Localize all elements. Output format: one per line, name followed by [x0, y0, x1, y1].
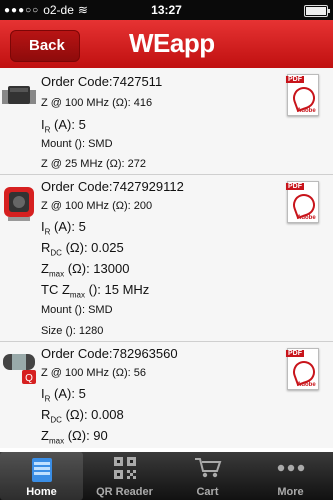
- spec-impedance-25mhz: Z @ 25 MHz (Ω): 272: [41, 158, 146, 170]
- app-title: WEapp: [129, 28, 215, 58]
- tab-label: Cart: [196, 486, 219, 498]
- datasheet-pdf-icon[interactable]: PDF Adobe: [286, 348, 319, 390]
- list-item[interactable]: Order Code:7427929112 Z @ 100 MHz (Ω): 2…: [0, 175, 333, 342]
- order-code: Order Code:782963560: [41, 346, 178, 361]
- spec-max-impedance: Zmax (Ω): 90: [41, 428, 108, 446]
- spec-rated-current: IR (A): 5: [41, 386, 86, 404]
- spec-impedance-100mhz: Z @ 100 MHz (Ω): 416: [41, 97, 153, 109]
- tab-label: More: [277, 486, 304, 498]
- tab-label: Home: [26, 486, 57, 498]
- spec-max-impedance: Zmax (Ω): 13000: [41, 261, 130, 279]
- battery-icon: [304, 5, 330, 17]
- spec-impedance-100mhz: Z @ 100 MHz (Ω): 56: [41, 367, 146, 379]
- spec-rated-current: IR (A): 5: [41, 219, 86, 237]
- spec-rated-current: IR (A): 5: [41, 117, 86, 135]
- tab-home[interactable]: Home: [0, 452, 83, 500]
- home-icon: [31, 458, 52, 482]
- qr-code-icon: [113, 457, 136, 479]
- clock: 13:27: [151, 3, 182, 17]
- product-image: Q: [0, 348, 38, 388]
- navigation-bar: Back WEapp: [0, 20, 333, 68]
- order-code: Order Code:7427511: [41, 74, 163, 89]
- order-code: Order Code:7427929112: [41, 179, 184, 194]
- datasheet-pdf-icon[interactable]: PDF Adobe: [286, 181, 319, 223]
- spec-mount: Mount (): SMD: [41, 138, 113, 150]
- more-icon: [277, 464, 304, 472]
- tab-more[interactable]: More: [249, 452, 332, 500]
- list-item[interactable]: Q Order Code:782963560 Z @ 100 MHz (Ω): …: [0, 342, 333, 448]
- product-image: [0, 183, 38, 223]
- tab-qr-reader[interactable]: QR Reader: [83, 452, 166, 500]
- svg-text:Q: Q: [25, 373, 33, 384]
- spec-dc-resistance: RDC (Ω): 0.008: [41, 407, 124, 425]
- tab-cart[interactable]: Cart: [166, 452, 249, 500]
- list-item[interactable]: Order Code:7427511 Z @ 100 MHz (Ω): 416 …: [0, 68, 333, 175]
- datasheet-pdf-icon[interactable]: PDF Adobe: [286, 74, 319, 116]
- tab-bar: Home QR Reader Cart More: [0, 452, 333, 500]
- spec-size: Size (): 1280: [41, 325, 104, 337]
- tab-label: QR Reader: [96, 486, 153, 498]
- product-list[interactable]: Order Code:7427511 Z @ 100 MHz (Ω): 416 …: [0, 68, 333, 448]
- product-image: [0, 80, 38, 120]
- back-button[interactable]: Back: [10, 30, 80, 62]
- spec-tc-zmax: TC Zmax (): 15 MHz: [41, 282, 150, 300]
- spec-dc-resistance: RDC (Ω): 0.025: [41, 240, 124, 258]
- status-bar: ●●●○○ o2-de ≋ 13:27: [0, 0, 333, 20]
- cart-icon: [194, 458, 221, 478]
- spec-mount: Mount (): SMD: [41, 304, 113, 316]
- spec-impedance-100mhz: Z @ 100 MHz (Ω): 200: [41, 200, 153, 212]
